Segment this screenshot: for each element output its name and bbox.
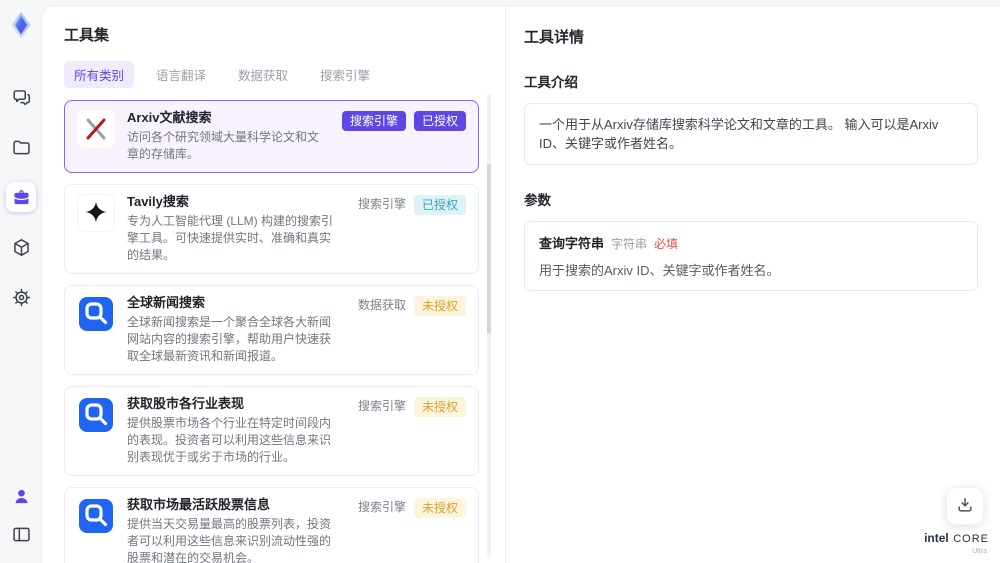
tool-text: 获取股市各行业表现 提供股票市场各个行业在特定时间段内的表现。投资者可以利用这些…	[127, 396, 338, 466]
scrollbar[interactable]	[487, 94, 491, 557]
intro-text: 一个用于从Arxiv存储库搜索科学论文和文章的工具。 输入可以是Arxiv ID…	[539, 117, 939, 151]
tool-category-badge: 数据获取	[357, 298, 406, 312]
cube-icon	[11, 237, 32, 258]
tool-text: 全球新闻搜索 全球新闻搜索是一个聚合全球各大新闻网站内容的搜索引擎，帮助用户快速…	[127, 295, 338, 365]
tool-description: 访问各个研究领域大量科学论文和文章的存储库。	[127, 130, 320, 161]
tool-category-badge: 搜索引擎	[357, 399, 406, 413]
download-button[interactable]	[946, 487, 984, 525]
tool-badges: 搜索引擎 未授权	[358, 497, 466, 518]
app-window: 工具集 所有类别 语言翻译 数据获取 搜索引擎 Arxiv文献搜索 访问各个研究领域大…	[0, 0, 1000, 563]
category-tabs: 所有类别 语言翻译 数据获取 搜索引擎	[64, 61, 479, 88]
tool-badges: 数据获取 未授权	[358, 295, 466, 316]
sidebar-item-chat[interactable]	[6, 82, 36, 112]
tool-status-badge: 未授权	[413, 296, 466, 316]
download-icon	[955, 495, 975, 518]
intel-brand-text: intel	[924, 531, 949, 545]
tool-icon	[77, 110, 115, 148]
parameter-box: 查询字符串 字符串 必填 用于搜索的Arxiv ID、关键字或作者姓名。	[524, 221, 978, 291]
sidebar-bottom	[6, 481, 36, 549]
category-tab[interactable]: 所有类别	[64, 61, 135, 88]
tool-title: 获取市场最活跃股票信息	[127, 497, 271, 512]
detail-title: 工具详情	[524, 29, 585, 46]
tool-card[interactable]: 获取股市各行业表现 提供股票市场各个行业在特定时间段内的表现。投资者可以利用这些…	[64, 386, 479, 476]
sidebar-item-user-avatar[interactable]	[6, 481, 36, 511]
tool-icon	[77, 295, 115, 333]
tool-list: Arxiv文献搜索 访问各个研究领域大量科学论文和文章的存储库。 搜索引擎 已授…	[64, 100, 479, 563]
sidebar-item-cube[interactable]	[6, 232, 36, 262]
sidebar-item-briefcase[interactable]	[6, 182, 36, 212]
parameter-type: 字符串	[611, 237, 648, 251]
sidebar-item-folder[interactable]	[6, 132, 36, 162]
tool-detail-panel: 工具详情 工具介绍 一个用于从Arxiv存储库搜索科学论文和文章的工具。 输入可…	[505, 6, 1000, 563]
briefcase-icon	[11, 187, 32, 208]
tool-text: Arxiv文献搜索 访问各个研究领域大量科学论文和文章的存储库。	[127, 110, 322, 163]
tool-title: Tavily搜索	[127, 194, 189, 209]
sidebar-item-panel-toggle[interactable]	[6, 519, 36, 549]
tool-status-badge: 已授权	[413, 195, 466, 215]
intro-box: 一个用于从Arxiv存储库搜索科学论文和文章的工具。 输入可以是Arxiv ID…	[524, 103, 978, 165]
chat-icon	[11, 87, 32, 108]
parameter-name: 查询字符串	[539, 236, 605, 251]
tool-card[interactable]: 获取市场最活跃股票信息 提供当天交易量最高的股票列表，投资者可以利用这些信息来识…	[64, 487, 479, 563]
sidebar-nav	[6, 82, 36, 312]
tool-badges: 搜索引擎 已授权	[341, 110, 466, 131]
tool-icon	[77, 497, 115, 535]
tool-category-badge: 搜索引擎	[357, 500, 406, 514]
main-content: 工具集 所有类别 语言翻译 数据获取 搜索引擎 Arxiv文献搜索 访问各个研究领域大…	[42, 6, 1000, 563]
parameter-description: 用于搜索的Arxiv ID、关键字或作者姓名。	[539, 263, 780, 278]
intro-heading: 工具介绍	[524, 75, 578, 90]
user-avatar-icon	[11, 486, 32, 507]
tool-category-badge: 搜索引擎	[357, 197, 406, 211]
tool-title: Arxiv文献搜索	[127, 110, 212, 125]
tool-description: 全球新闻搜索是一个聚合全球各大新闻网站内容的搜索引擎，帮助用户快速获取全球最新资…	[127, 315, 332, 363]
tool-badges: 搜索引擎 已授权	[358, 194, 466, 215]
tool-status-badge: 未授权	[413, 498, 466, 518]
parameter-header: 查询字符串 字符串 必填	[539, 233, 963, 252]
tool-card[interactable]: Tavily搜索 专为人工智能代理 (LLM) 构建的搜索引擎工具。可快速提供实…	[64, 184, 479, 274]
tool-title: 全球新闻搜索	[127, 295, 206, 310]
category-tab[interactable]: 数据获取	[228, 61, 298, 88]
tool-description: 提供当天交易量最高的股票列表，投资者可以利用这些信息来识别流动性强的股票和潜在的…	[127, 517, 332, 563]
folder-icon	[11, 137, 32, 158]
tool-card[interactable]: Arxiv文献搜索 访问各个研究领域大量科学论文和文章的存储库。 搜索引擎 已授…	[64, 100, 479, 173]
tool-status-badge: 已授权	[413, 111, 466, 131]
params-heading: 参数	[524, 193, 551, 208]
intel-core-logo: intel CORE Ultra	[924, 530, 989, 555]
intel-sub-text: Ultra	[972, 548, 987, 555]
tool-category-badge: 搜索引擎	[341, 111, 406, 131]
tool-list-panel: 工具集 所有类别 语言翻译 数据获取 搜索引擎 Arxiv文献搜索 访问各个研究领域大…	[42, 6, 505, 563]
tool-title: 获取股市各行业表现	[127, 396, 245, 411]
intel-core-text: CORE	[953, 533, 989, 545]
tool-status-badge: 未授权	[413, 397, 466, 417]
page-title: 工具集	[64, 27, 110, 44]
category-tab[interactable]: 搜索引擎	[310, 61, 380, 88]
sidebar	[0, 0, 42, 563]
parameter-required-badge: 必填	[654, 237, 679, 251]
category-tab[interactable]: 语言翻译	[146, 61, 216, 88]
tool-card[interactable]: 全球新闻搜索 全球新闻搜索是一个聚合全球各大新闻网站内容的搜索引擎，帮助用户快速…	[64, 285, 479, 375]
sidebar-item-gear[interactable]	[6, 282, 36, 312]
tool-icon	[77, 396, 115, 434]
tool-text: 获取市场最活跃股票信息 提供当天交易量最高的股票列表，投资者可以利用这些信息来识…	[127, 497, 338, 563]
tool-description: 提供股票市场各个行业在特定时间段内的表现。投资者可以利用这些信息来识别表现优于或…	[127, 416, 332, 464]
scrollbar-thumb[interactable]	[487, 164, 491, 334]
tool-icon	[77, 194, 115, 232]
gear-icon	[11, 287, 32, 308]
tool-badges: 搜索引擎 未授权	[358, 396, 466, 417]
tool-text: Tavily搜索 专为人工智能代理 (LLM) 构建的搜索引擎工具。可快速提供实…	[127, 194, 338, 264]
app-logo-icon	[6, 10, 36, 40]
tool-description: 专为人工智能代理 (LLM) 构建的搜索引擎工具。可快速提供实时、准确和真实的结…	[127, 214, 334, 262]
panel-toggle-icon	[11, 524, 32, 545]
